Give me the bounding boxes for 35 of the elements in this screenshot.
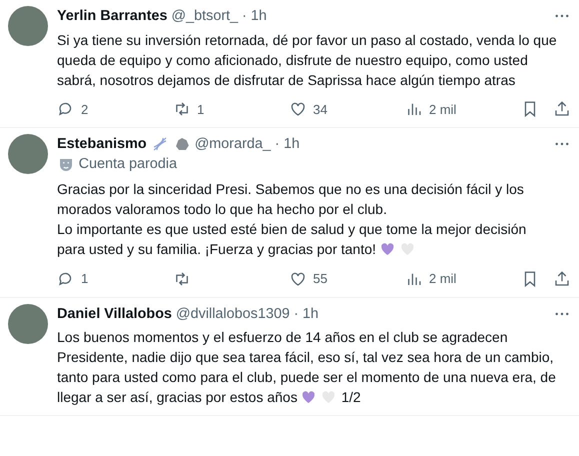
like-button[interactable]: 34 [289, 100, 405, 120]
like-button[interactable]: 55 [289, 269, 405, 289]
count: 2 mil [429, 270, 456, 288]
count: 1 [197, 100, 204, 119]
count: 34 [313, 100, 328, 119]
count: 1 [81, 270, 88, 288]
reply-button[interactable]: 1 [57, 269, 173, 289]
post-text: Si ya tiene su inversión retornada, dé por favor un paso al costado, venda lo que queda de equipo y como aficionado, disfrute de nuestro equipo, como usted sabrá, nosotros dejamos de disfrutar de Saprissa hace algún tiempo atras [57, 30, 557, 90]
count: 55 [313, 270, 328, 288]
views-button[interactable]: 2 mil [405, 269, 521, 289]
repost-button[interactable]: 1 [173, 100, 289, 120]
post-text: Lo importante es que usted esté bien de salud y que tome la mejor decisión para usted y su familia. ¡Fuerza y gracias por tanto! [57, 220, 528, 260]
like-icon[interactable] [289, 270, 307, 288]
count: 2 [81, 100, 88, 119]
user-handle[interactable]: @_btsort_ [171, 6, 238, 26]
user-handle[interactable]: @dvillalobos1309 [176, 304, 290, 324]
share-icon[interactable] [553, 100, 571, 118]
count: 2 mil [429, 100, 456, 119]
user-name[interactable]: Yerlin Barrantes [57, 6, 168, 26]
user-name[interactable]: Daniel Villalobos [57, 304, 172, 324]
post-time: · 1h [242, 7, 267, 26]
share-icon[interactable] [553, 270, 571, 288]
post-text: Los buenos momentos y el esfuerzo de 14 años en el club se agradecen Presidente, nadie dijo que sea tarea fácil, eso sí, tal vez sea hora de un cambio, tanto para usted como para el club, puede ser el momento de una nueva era, de llegar a ser así, gracias por estos años 1/2 [57, 328, 557, 408]
user-handle[interactable]: @morarda_ [194, 134, 271, 154]
avatar [8, 6, 48, 46]
like-icon[interactable] [289, 100, 307, 118]
views-button[interactable]: 2 mil [405, 100, 521, 120]
parody-label: Cuenta parodia [78, 155, 178, 174]
user-name[interactable]: Estebanismo [57, 134, 147, 154]
post-time: · 1h [294, 304, 319, 324]
avatar [8, 134, 48, 174]
post-text: Gracias por la sinceridad Presi. Sabemos que no es una decisión fácil y los morados valoramos todo lo que ha hecho por el club. [57, 180, 525, 220]
reply-button[interactable]: 2 [57, 100, 173, 120]
avatar [8, 304, 48, 344]
post-time: · 1h [274, 135, 300, 154]
